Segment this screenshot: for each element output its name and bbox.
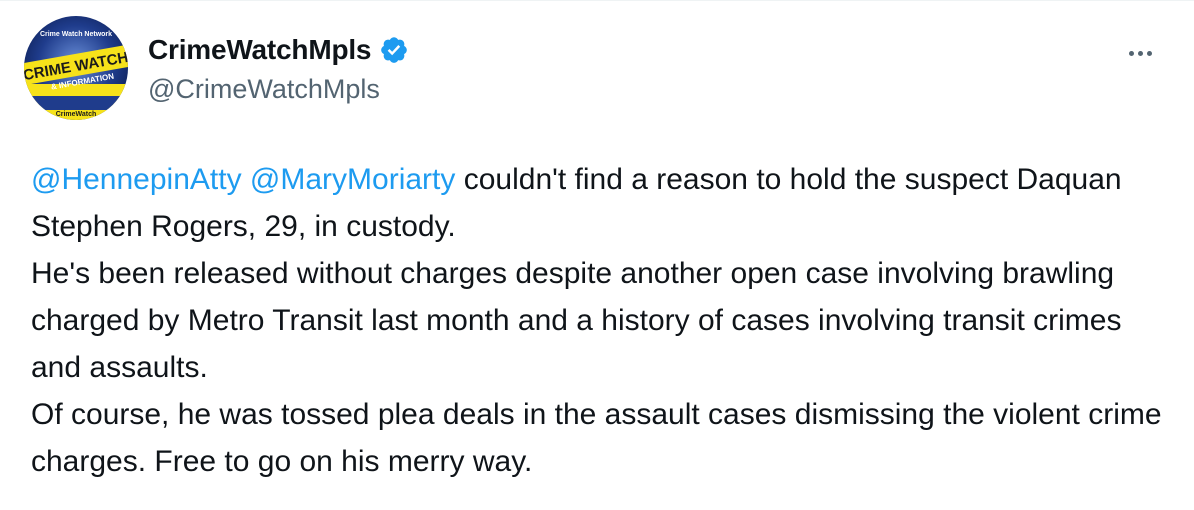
more-horizontal-icon xyxy=(1146,50,1152,56)
mention-hennepinatty-link[interactable]: @HennepinAtty xyxy=(31,163,242,196)
tweet-paragraph-2: He's been released without charges despi… xyxy=(31,257,1122,384)
more-horizontal-icon xyxy=(1137,50,1143,56)
avatar[interactable]: Crime Watch Network CRIME WATCH & INFORM… xyxy=(24,16,128,120)
display-name[interactable]: CrimeWatchMpls xyxy=(148,34,372,66)
more-horizontal-icon xyxy=(1128,50,1134,56)
more-options-button[interactable] xyxy=(1120,38,1160,68)
verified-badge-icon xyxy=(381,37,408,63)
top-border xyxy=(0,0,1194,1)
avatar-bottom-text: CrimeWatch xyxy=(56,111,97,118)
author-handle[interactable]: @CrimeWatchMpls xyxy=(148,74,380,105)
avatar-logo-image: Crime Watch Network CRIME WATCH & INFORM… xyxy=(24,16,128,120)
avatar-top-text: Crime Watch Network xyxy=(40,31,112,38)
tweet-text: @HennepinAtty @MaryMoriarty couldn't fin… xyxy=(31,156,1171,485)
mention-marymoriarty-link[interactable]: @MaryMoriarty xyxy=(250,163,455,196)
tweet-paragraph-3: Of course, he was tossed plea deals in t… xyxy=(31,398,1162,478)
author-name-row[interactable]: CrimeWatchMpls xyxy=(148,34,409,66)
tweet-paragraph-1: @HennepinAtty @MaryMoriarty couldn't fin… xyxy=(31,156,1171,250)
